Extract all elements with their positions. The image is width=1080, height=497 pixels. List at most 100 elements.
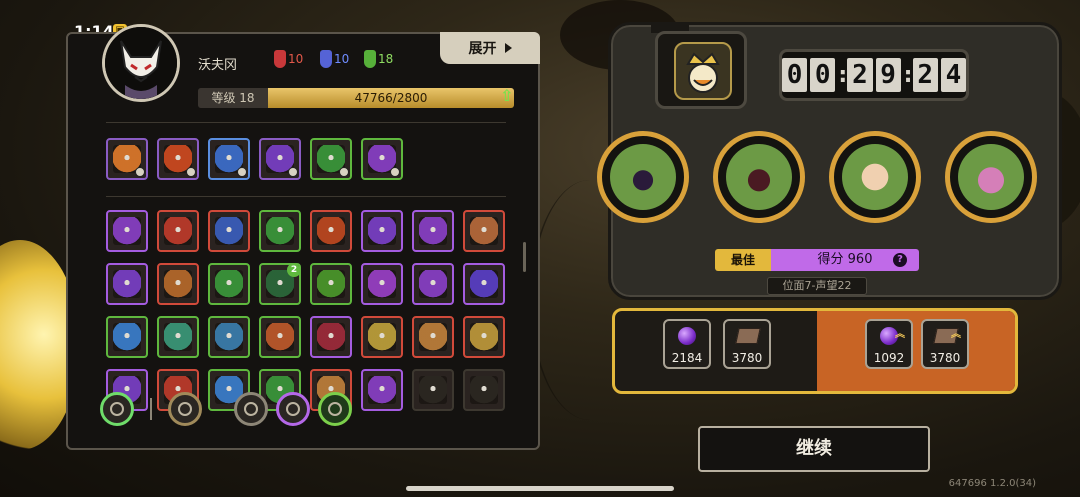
golden-lance-icon[interactable]: [361, 316, 403, 358]
purple-serpent-icon[interactable]: [361, 210, 403, 252]
skill-art: [215, 323, 243, 351]
best-label: 最佳: [715, 249, 771, 271]
laughing-ghost-icon[interactable]: [361, 263, 403, 305]
reward-value: 3780: [929, 351, 961, 365]
skill-pool-scroll[interactable]: 2: [106, 210, 516, 420]
green-fang-icon[interactable]: [259, 210, 301, 252]
curly-hair-glasses-portrait[interactable]: [829, 131, 921, 223]
skill-art: [317, 270, 345, 298]
red-claw-icon[interactable]: [157, 210, 199, 252]
upgrade-dot-icon: [390, 167, 400, 177]
scrollbar[interactable]: [523, 242, 526, 272]
fire-burst-icon[interactable]: [106, 138, 148, 180]
continue-button[interactable]: 继续: [698, 426, 930, 472]
skill-art: [470, 323, 498, 351]
void-bat-icon[interactable]: [106, 263, 148, 305]
timer-digit: 2: [847, 58, 873, 92]
reward-item[interactable]: 3780: [723, 319, 771, 369]
sun-ring-icon[interactable]: [463, 316, 505, 358]
timer-digit: 9: [875, 58, 901, 92]
skill-art: [215, 270, 243, 298]
skill-art: [164, 217, 192, 245]
skill-art: [113, 323, 141, 351]
upgrade-dot-icon: [186, 167, 196, 177]
lightning-web-icon[interactable]: [157, 316, 199, 358]
avatar[interactable]: [102, 24, 180, 102]
armored-knight-portrait[interactable]: [713, 131, 805, 223]
reward-value: 3780: [731, 351, 763, 365]
score-bar: 最佳 得分 960 ?: [715, 249, 919, 271]
all-filter-icon[interactable]: [100, 392, 134, 426]
timer-digit: 2: [912, 58, 938, 92]
green-crest: 18: [364, 50, 393, 68]
version-label: 647696 1.2.0(34): [948, 478, 1036, 489]
help-icon[interactable]: ?: [893, 253, 907, 267]
crimson-crest-icon[interactable]: [310, 316, 352, 358]
boss-slot: [655, 31, 747, 109]
shadow-hunter-portrait[interactable]: [597, 131, 689, 223]
thorn-wings-icon[interactable]: [310, 263, 352, 305]
crowned-boss-icon[interactable]: [674, 42, 732, 100]
skill-art: [368, 323, 396, 351]
arcane-blade-icon[interactable]: [259, 138, 301, 180]
timer-digit: 0: [781, 58, 808, 92]
run-summary-hud: 0 0 : 2 9 : 2 4 最佳 得分 960 ? 位面7-声望22: [597, 22, 1062, 300]
timer-digit: 4: [940, 58, 967, 92]
equipped-skills: [106, 138, 505, 180]
starfield-icon[interactable]: [463, 263, 505, 305]
score-text: 得分 960: [817, 252, 873, 267]
skill-art: [113, 270, 141, 298]
skill-art: [419, 217, 447, 245]
reward-item[interactable]: ︽ 1092: [865, 319, 913, 369]
expand-button[interactable]: 展开: [440, 32, 540, 64]
skill-art: [368, 270, 396, 298]
upgrade-dot-icon: [237, 167, 247, 177]
red-crest-count: 10: [288, 52, 304, 66]
red-mask-icon: [274, 50, 286, 68]
expand-label: 展开: [468, 41, 497, 57]
build-panel: 展开 沃夫冈 10 10 18 等级 18 47766/2800 ⇧ 2: [66, 24, 540, 450]
leaf-spikes-icon[interactable]: [310, 138, 352, 180]
violet-wraith-icon[interactable]: [412, 210, 454, 252]
filter-row: [100, 392, 352, 426]
timer-colon: :: [838, 62, 848, 88]
stone-beast-icon[interactable]: [463, 210, 505, 252]
bronze-sigil-icon[interactable]: [412, 316, 454, 358]
partial-icon-8[interactable]: [463, 369, 505, 411]
frost-vortex-icon[interactable]: [208, 138, 250, 180]
purple-filter-icon[interactable]: [276, 392, 310, 426]
bronze-filter-icon[interactable]: [168, 392, 202, 426]
reward-item[interactable]: ︽ 3780: [921, 319, 969, 369]
green-check-filter-icon[interactable]: [318, 392, 352, 426]
blue-dash-icon[interactable]: [106, 316, 148, 358]
level-up-arrow-icon: ⇧: [500, 86, 514, 105]
play-arrow-icon: [504, 43, 512, 53]
crown-icon: [686, 52, 720, 93]
silver-filter-icon[interactable]: [234, 392, 268, 426]
blue-tornado-icon[interactable]: [208, 316, 250, 358]
flame-swirl-icon[interactable]: [157, 138, 199, 180]
crossed-blades-icon[interactable]: [208, 210, 250, 252]
green-shield-icon[interactable]: [208, 263, 250, 305]
partial-icon-7[interactable]: [412, 369, 454, 411]
skill-art: [419, 323, 447, 351]
exp-text: 47766/2800: [354, 91, 428, 105]
rewards-panel: 2184 3780 ︽ 1092 ︽ 3780: [612, 308, 1018, 394]
level-badge: 2: [287, 265, 299, 277]
coil-spring-icon[interactable]: [412, 263, 454, 305]
spirit-figure-icon[interactable]: [361, 138, 403, 180]
ember-demon-icon[interactable]: [310, 210, 352, 252]
fire-chalice-icon[interactable]: [259, 316, 301, 358]
score-value: 得分 960 ?: [771, 249, 919, 271]
reward-item[interactable]: 2184: [663, 319, 711, 369]
partial-icon-6[interactable]: [361, 369, 403, 411]
shadow-branch-icon[interactable]: [106, 210, 148, 252]
skill-art: [419, 376, 447, 404]
amber-arch-icon[interactable]: [157, 263, 199, 305]
green-mask-icon: [364, 50, 376, 68]
pink-blossom-portrait[interactable]: [945, 131, 1037, 223]
hooded-reaper-icon[interactable]: 2: [259, 263, 301, 305]
blue-crest-count: 10: [334, 52, 350, 66]
skill-art: [113, 217, 141, 245]
home-indicator[interactable]: [406, 486, 674, 491]
